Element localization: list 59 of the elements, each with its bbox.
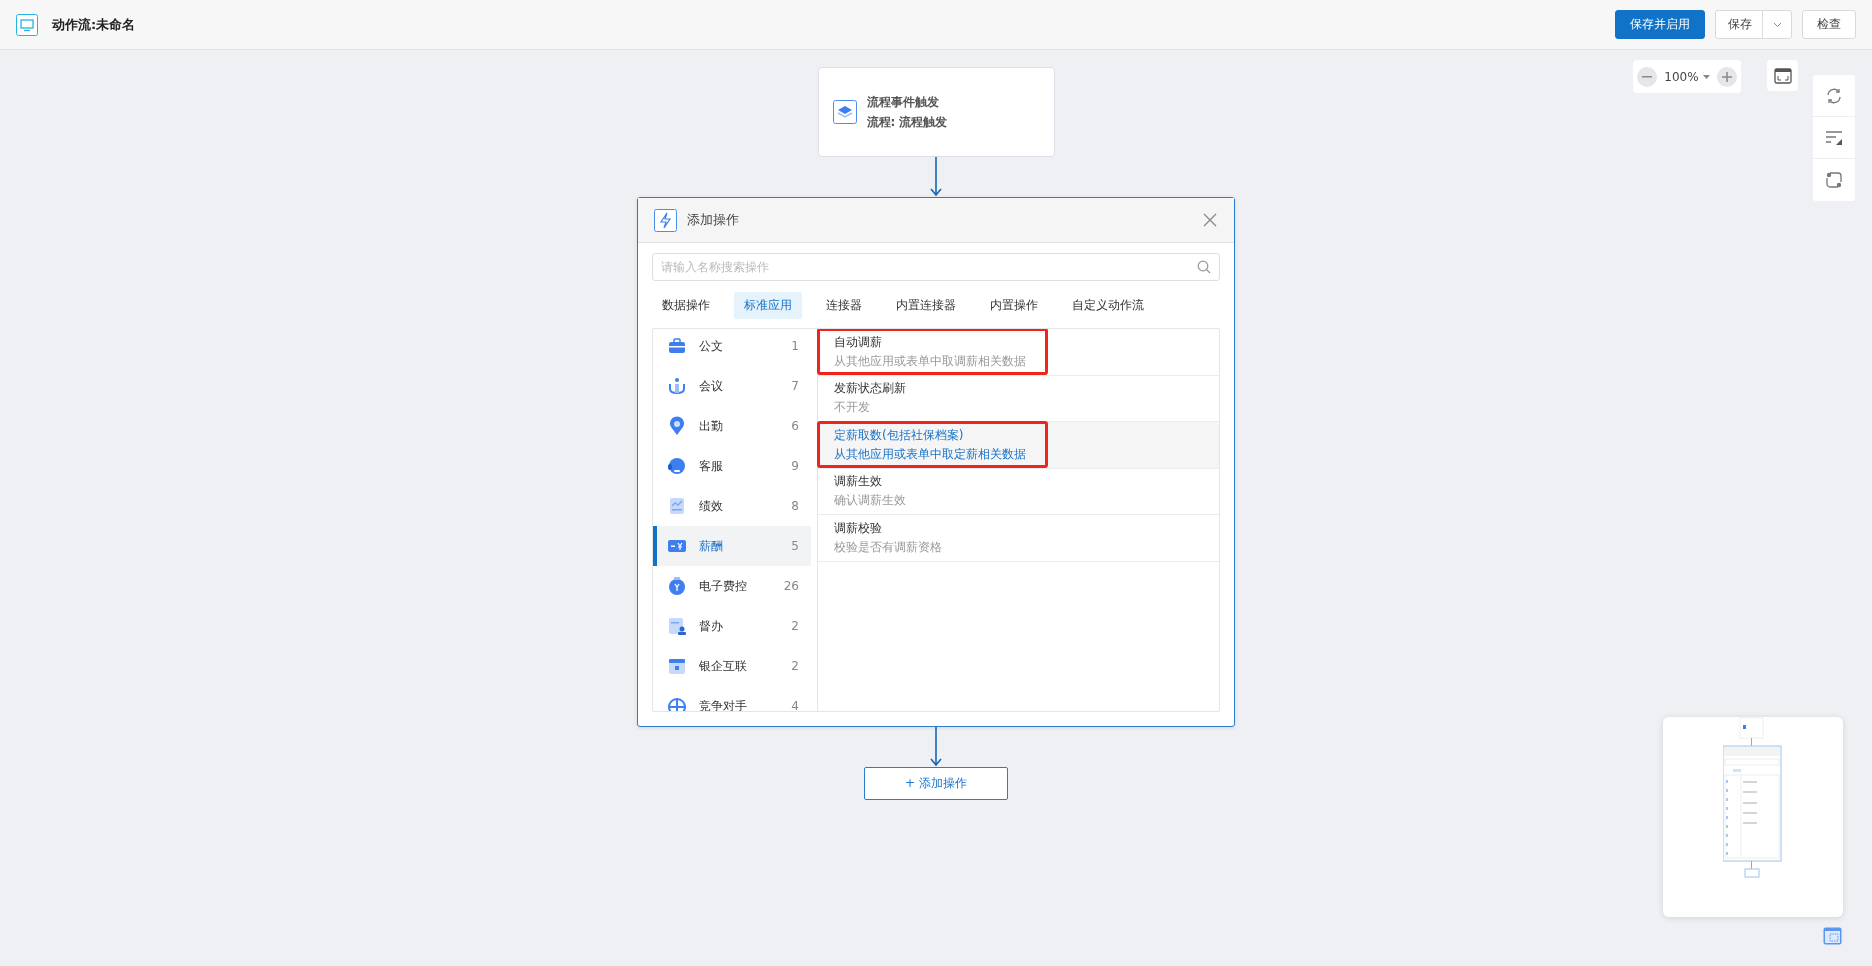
caret-icon	[1702, 74, 1710, 79]
caret-icon	[1772, 21, 1782, 28]
monitor-icon	[16, 13, 38, 36]
zoom-level-dropdown[interactable]: 100%	[1664, 69, 1710, 84]
category-icon	[667, 616, 687, 636]
category-item[interactable]: 竞争对手 4	[653, 686, 811, 711]
category-tab[interactable]: 标准应用	[734, 292, 802, 319]
category-item[interactable]: 银企互联 2	[653, 646, 811, 686]
category-icon	[667, 376, 687, 396]
category-tab[interactable]: 内置连接器	[886, 292, 966, 319]
node-title: 流程事件触发	[866, 93, 940, 111]
category-tab[interactable]: 数据操作	[652, 292, 720, 319]
category-item[interactable]: 电子费控 26	[653, 566, 811, 606]
dialog-title: 添加操作	[687, 211, 740, 229]
category-item[interactable]: 督办 2	[653, 606, 811, 646]
category-icon	[667, 456, 687, 476]
search-icon	[1197, 260, 1211, 274]
connector-arrow	[930, 727, 942, 767]
lines-icon	[1825, 129, 1843, 146]
window-icon	[1773, 67, 1792, 84]
category-item[interactable]: 会议 7	[653, 366, 811, 406]
category-tab[interactable]: 自定义动作流	[1062, 292, 1154, 319]
category-item[interactable]: 客服 9	[653, 446, 811, 486]
connector-arrow	[930, 157, 942, 197]
save-enable-button[interactable]: 保存并启用	[1615, 10, 1705, 39]
category-item[interactable]: 公文 1	[653, 329, 811, 366]
category-item[interactable]: 出勤 6	[653, 406, 811, 446]
category-icon	[667, 656, 687, 676]
zoom-out-button[interactable]	[1637, 66, 1657, 87]
category-icon	[667, 416, 687, 436]
operation-item[interactable]: 定薪取数(包括社保档案) 从其他应用或表单中取定薪相关数据	[818, 422, 1219, 469]
page-title: 动作流:未命名	[52, 15, 136, 34]
category-icon	[667, 696, 687, 711]
check-button[interactable]: 检查	[1802, 10, 1856, 39]
lightning-icon	[654, 208, 677, 232]
minimap-toggle-icon[interactable]	[1823, 927, 1842, 945]
category-icon	[667, 496, 687, 516]
save-button[interactable]: 保存	[1715, 10, 1792, 39]
fit-view-button[interactable]	[1767, 60, 1798, 91]
zoom-in-button[interactable]	[1717, 66, 1737, 87]
minus-icon	[1642, 75, 1652, 78]
plus-icon	[1722, 71, 1732, 82]
category-tab[interactable]: 连接器	[816, 292, 872, 319]
add-operation-button[interactable]: + 添加操作	[864, 767, 1008, 800]
category-item[interactable]: 薪酬 5	[653, 526, 811, 566]
connection-icon	[1825, 171, 1843, 189]
operation-item[interactable]: 自动调薪 从其他应用或表单中取调薪相关数据	[818, 329, 1219, 376]
category-tab[interactable]: 内置操作	[980, 292, 1048, 319]
category-icon	[667, 576, 687, 596]
node-subtitle: 流程: 流程触发	[866, 113, 948, 131]
operation-item[interactable]: 调薪校验 校验是否有调薪资格	[818, 515, 1219, 562]
category-icon	[667, 336, 687, 356]
search-field[interactable]: 请输入名称搜索操作	[652, 253, 1220, 281]
layers-icon	[832, 100, 857, 124]
trigger-node[interactable]: 流程事件触发 流程: 流程触发	[817, 67, 1055, 157]
close-icon	[1203, 213, 1217, 227]
refresh-icon	[1825, 86, 1843, 105]
operation-item[interactable]: 调薪生效 确认调薪生效	[818, 468, 1219, 515]
category-item[interactable]: 绩效 8	[653, 486, 811, 526]
